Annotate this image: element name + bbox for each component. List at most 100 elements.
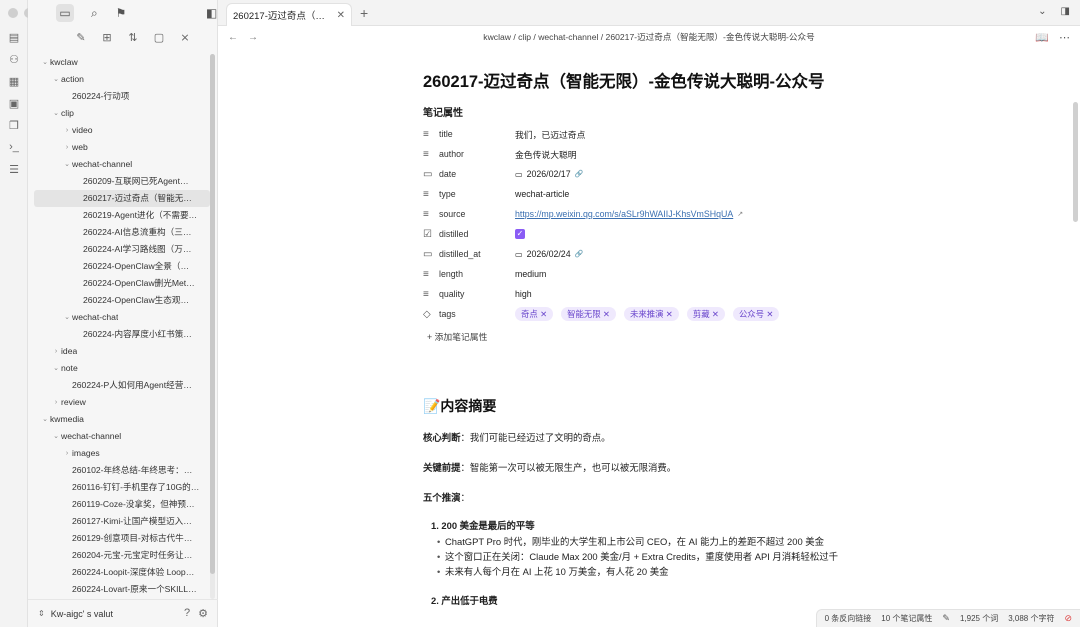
tag-chip[interactable]: 奇点 ✕	[515, 307, 554, 321]
tree-file[interactable]: 260224-AI学习路线图（万…	[34, 241, 210, 258]
tree-folder[interactable]: ⌄ wechat-channel	[34, 428, 210, 445]
bookmark-icon[interactable]: ⚑	[115, 6, 128, 20]
file-icon[interactable]: ▤	[7, 30, 21, 44]
link-icon[interactable]: 🔗	[575, 170, 584, 178]
remove-tag-icon[interactable]: ✕	[601, 309, 610, 319]
tag-chip[interactable]: 智能无限 ✕	[561, 307, 616, 321]
new-note-icon[interactable]: ✎	[74, 30, 88, 44]
property-type-icon[interactable]: ☑	[423, 229, 437, 240]
source-link[interactable]: https://mp.weixin.qq.com/s/aSLr9hWAIIJ-K…	[515, 209, 733, 219]
search-icon[interactable]: ⌕	[88, 6, 101, 20]
distilled-checkbox[interactable]: ✓	[515, 229, 525, 239]
tree-file[interactable]: 260224-Loopit-深度体验 Loop…	[34, 564, 210, 581]
help-icon[interactable]: ?	[184, 607, 190, 620]
chevron-down-icon[interactable]: ⌄	[51, 71, 61, 88]
reading-mode-icon[interactable]: 📖	[1035, 31, 1049, 44]
tree-file[interactable]: 260217-迈过奇点（智能无…	[34, 190, 210, 207]
property-name[interactable]: type	[437, 189, 515, 199]
chevron-down-icon[interactable]: ⌄	[51, 360, 61, 377]
tree-file[interactable]: 260119-Coze-没拿奖，但神预…	[34, 496, 210, 513]
chevron-right-icon[interactable]: ›	[62, 139, 72, 156]
tag-chip[interactable]: 公众号 ✕	[732, 307, 780, 321]
canvas-icon[interactable]: ▦	[7, 74, 21, 88]
chevron-right-icon[interactable]: ›	[62, 122, 72, 139]
list-icon[interactable]: ☰	[7, 162, 21, 176]
tree-file[interactable]: 260224-Lovart-原来一个SKILL…	[34, 581, 210, 598]
sidebar-toggle-icon[interactable]: ◧	[205, 6, 218, 20]
property-value[interactable]: 我们，已迈过奇点	[515, 128, 585, 141]
property-value[interactable]: 奇点 ✕ 智能无限 ✕ 未来推演 ✕ 剪藏 ✕ 公众号 ✕	[515, 307, 783, 321]
more-options-icon[interactable]: ⋯	[1059, 31, 1070, 44]
chevron-right-icon[interactable]: ›	[51, 394, 61, 411]
property-type-icon[interactable]: ≡	[423, 149, 437, 160]
chevron-right-icon[interactable]: ›	[62, 445, 72, 462]
property-type-icon[interactable]: ≡	[423, 129, 437, 140]
remove-tag-icon[interactable]: ✕	[538, 309, 547, 319]
property-name[interactable]: author	[437, 149, 515, 159]
link-icon[interactable]: 🔗	[575, 250, 584, 258]
tree-file[interactable]: 260224-OpenClaw生态观…	[34, 292, 210, 309]
graph-icon[interactable]: ⚇	[7, 52, 21, 66]
property-name[interactable]: distilled	[437, 229, 515, 239]
note-scrollbar[interactable]	[1073, 102, 1078, 222]
right-sidebar-toggle-icon[interactable]: ◨	[1061, 6, 1070, 17]
tree-file[interactable]: 260219-Agent进化（不需要…	[34, 207, 210, 224]
property-name[interactable]: title	[437, 129, 515, 139]
tree-folder[interactable]: › web	[34, 139, 210, 156]
tree-file[interactable]: 260224-OpenClaw删光Met…	[34, 275, 210, 292]
chevron-down-icon[interactable]: ⌄	[51, 428, 61, 445]
chevron-down-icon[interactable]: ⌄	[62, 309, 72, 326]
property-type-icon[interactable]: ≡	[423, 269, 437, 280]
property-value[interactable]: ▭ 2026/02/17 🔗	[515, 169, 583, 179]
tree-file[interactable]: 260209-互联网已死Agent…	[34, 173, 210, 190]
copy-icon[interactable]: ❐	[7, 118, 21, 132]
property-type-icon[interactable]: ◇	[423, 309, 437, 320]
tree-file[interactable]: 260102-年终总结-年终思考：…	[34, 462, 210, 479]
property-type-icon[interactable]: ▭	[423, 249, 437, 260]
gear-icon[interactable]: ⚙	[198, 607, 208, 620]
sidebar-scrollbar[interactable]	[210, 54, 215, 574]
property-type-icon[interactable]: ▭	[423, 169, 437, 180]
tree-folder[interactable]: › images	[34, 445, 210, 462]
tree-folder[interactable]: ⌄ kwmedia	[34, 411, 210, 428]
tree-file[interactable]: 260129-创意项目-对标古代牛…	[34, 530, 210, 547]
tree-folder[interactable]: ⌄ action	[34, 71, 210, 88]
close-window-button[interactable]	[8, 8, 18, 18]
new-tab-button[interactable]: +	[360, 5, 368, 21]
tree-folder[interactable]: › video	[34, 122, 210, 139]
property-type-icon[interactable]: ≡	[423, 209, 437, 220]
property-name[interactable]: tags	[437, 309, 515, 319]
property-name[interactable]: source	[437, 209, 515, 219]
tree-file[interactable]: 260224-内容厚度小红书策…	[34, 326, 210, 343]
tree-folder[interactable]: › review	[34, 394, 210, 411]
tree-file[interactable]: 260204-元宝-元宝定时任务让…	[34, 547, 210, 564]
new-folder-icon[interactable]: ⊞	[100, 30, 114, 44]
tree-folder[interactable]: ⌄ wechat-channel	[34, 156, 210, 173]
property-value[interactable]: wechat-article	[515, 189, 569, 199]
remove-tag-icon[interactable]: ✕	[710, 309, 719, 319]
property-value[interactable]: https://mp.weixin.qq.com/s/aSLr9hWAIIJ-K…	[515, 209, 743, 219]
property-value[interactable]: ✓	[515, 229, 525, 239]
tree-file[interactable]: 260116-钉钉-手机里存了10G的…	[34, 479, 210, 496]
property-value[interactable]: high	[515, 289, 532, 299]
tree-file[interactable]: 260127-Kimi-让国产模型迈入…	[34, 513, 210, 530]
chevron-down-icon[interactable]: ⌄	[51, 105, 61, 122]
property-name[interactable]: quality	[437, 289, 515, 299]
folder-icon[interactable]: ▭	[56, 4, 75, 22]
collapse-all-icon[interactable]: ⨯	[178, 30, 192, 44]
calendar-icon[interactable]: ▣	[7, 96, 21, 110]
tree-file[interactable]: 260224-OpenClaw全景（…	[34, 258, 210, 275]
edit-icon[interactable]: ✎	[942, 613, 950, 624]
tag-chip[interactable]: 剪藏 ✕	[686, 307, 725, 321]
chevron-right-icon[interactable]: ›	[51, 343, 61, 360]
sort-icon[interactable]: ⇅	[126, 30, 140, 44]
page-title[interactable]: 260217-迈过奇点（智能无限）-金色传说大聪明-公众号	[423, 68, 825, 92]
tree-folder[interactable]: ⌄ kwclaw	[34, 54, 210, 71]
property-name[interactable]: length	[437, 269, 515, 279]
reveal-icon[interactable]: ▢	[152, 30, 166, 44]
backlinks-count[interactable]: 0 条反向链接	[825, 613, 872, 624]
vault-switcher[interactable]: ⇕ Kw-aigc' s valut ? ⚙	[28, 599, 218, 627]
property-name[interactable]: distilled_at	[437, 249, 515, 259]
tree-file[interactable]: 260224-行动项	[34, 88, 210, 105]
tree-file[interactable]: 260224-AI信息流重构（三…	[34, 224, 210, 241]
